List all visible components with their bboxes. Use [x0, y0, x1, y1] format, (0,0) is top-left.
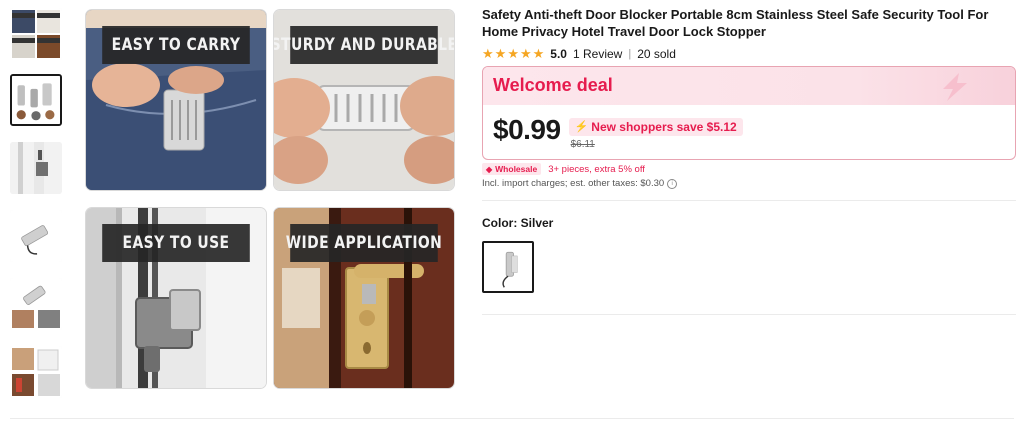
star-icon: ★	[494, 46, 507, 61]
wholesale-offer: 3+ pieces, extra 5% off	[548, 163, 645, 175]
thumbnail-2[interactable]	[10, 74, 62, 126]
panel-easy-to-use: EASY TO USE	[86, 208, 266, 388]
info-icon[interactable]: i	[667, 178, 678, 189]
star-rating[interactable]: ★ ★ ★ ★ ★	[482, 46, 544, 62]
color-label: Color: Silver	[482, 216, 554, 230]
wholesale-row: ◆ Wholesale 3+ pieces, extra 5% off	[482, 163, 645, 175]
panel-easy-to-carry: EASY TO CARRY	[86, 10, 266, 190]
review-count-link[interactable]: 1 Review	[573, 47, 622, 61]
divider	[482, 200, 1016, 201]
star-icon: ★	[519, 46, 532, 61]
section-divider	[10, 418, 1014, 419]
current-price: $0.99	[493, 114, 561, 145]
star-icon: ★	[482, 46, 494, 61]
price-side: ⚡ New shoppers save $5.12 $6.11	[568, 117, 743, 150]
original-price: $6.11	[570, 138, 595, 150]
panel-caption: EASY TO CARRY	[102, 26, 250, 64]
panel-caption: EASY TO USE	[102, 224, 250, 262]
rating-value: 5.0	[550, 47, 567, 61]
tax-info: Incl. import charges; est. other taxes: …	[482, 178, 678, 189]
tag-icon: ◆	[486, 164, 493, 174]
price-row: $0.99 ⚡ New shoppers save $5.12 $6.11	[493, 113, 743, 150]
panel-caption: WIDE APPLICATION	[286, 224, 442, 262]
star-icon: ★	[507, 46, 519, 61]
tax-text: Incl. import charges; est. other taxes: …	[482, 178, 665, 189]
thumbnail-4[interactable]	[10, 210, 62, 262]
main-product-image[interactable]: EASY TO CARRY STURDY AND DURABLE EASY TO…	[86, 10, 454, 388]
panel-wide-application: WIDE APPLICATION	[274, 208, 454, 388]
thumbnail-5[interactable]	[10, 278, 62, 330]
thumbnail-6[interactable]	[10, 346, 62, 398]
panel-caption: STURDY AND DURABLE	[274, 26, 454, 64]
rating-separator: |	[628, 48, 632, 60]
wholesale-badge: ◆ Wholesale	[482, 163, 542, 175]
thumbnail-3[interactable]	[10, 142, 62, 194]
product-info: Safety Anti-theft Door Blocker Portable …	[482, 6, 1018, 315]
lightning-icon	[943, 73, 967, 101]
rating-row: ★ ★ ★ ★ ★ 5.0 1 Review | 20 sold	[482, 46, 1018, 62]
color-option-silver[interactable]	[482, 241, 534, 293]
thumbnail-1[interactable]	[10, 8, 62, 60]
save-text: New shoppers save $5.12	[591, 119, 737, 134]
sold-count: 20 sold	[637, 47, 676, 61]
wholesale-badge-label: Wholesale	[495, 164, 538, 174]
panel-sturdy-and-durable: STURDY AND DURABLE	[274, 10, 454, 190]
deal-header: Welcome deal	[483, 67, 1015, 105]
lightning-icon: ⚡	[574, 121, 589, 133]
product-title: Safety Anti-theft Door Blocker Portable …	[482, 7, 989, 39]
divider	[482, 314, 1016, 315]
star-icon: ★	[532, 46, 545, 61]
deal-title: Welcome deal	[493, 75, 613, 95]
new-shopper-save-tag: ⚡ New shoppers save $5.12	[568, 117, 743, 136]
welcome-deal-box: Welcome deal $0.99 ⚡ New shoppers save $…	[482, 66, 1016, 160]
